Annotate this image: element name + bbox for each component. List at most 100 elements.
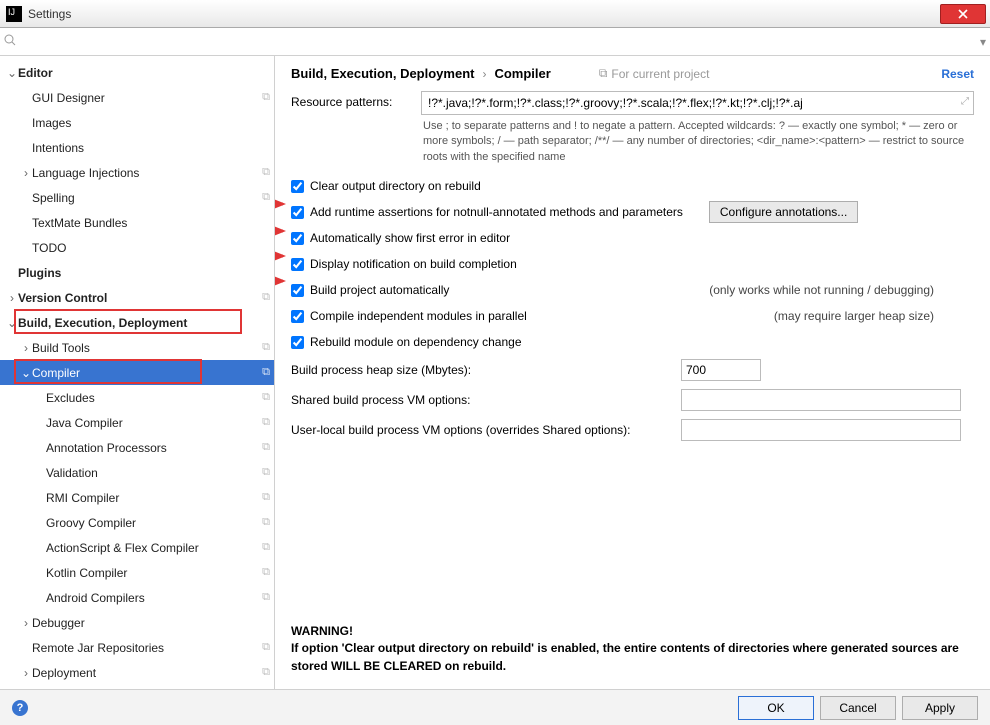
tree-item-label: Build, Execution, Deployment bbox=[18, 316, 270, 330]
checkbox-6[interactable] bbox=[291, 336, 304, 349]
tree-item-excludes[interactable]: Excludes⧉ bbox=[0, 385, 274, 410]
tree-item-todo[interactable]: TODO bbox=[0, 235, 274, 260]
tree-item-debugger[interactable]: ›Debugger bbox=[0, 610, 274, 635]
tree-item-textmate-bundles[interactable]: TextMate Bundles bbox=[0, 210, 274, 235]
expand-icon[interactable]: ⤢ bbox=[961, 96, 969, 107]
heap-size-label: Build process heap size (Mbytes): bbox=[291, 363, 681, 377]
tree-item-label: Intentions bbox=[32, 141, 270, 155]
check-note: (may require larger heap size) bbox=[774, 309, 974, 323]
checkbox-1[interactable] bbox=[291, 206, 304, 219]
tree-item-annotation-processors[interactable]: Annotation Processors⧉ bbox=[0, 435, 274, 460]
check-label: Rebuild module on dependency change bbox=[310, 335, 522, 349]
check-row-6: Rebuild module on dependency change bbox=[291, 329, 974, 355]
close-icon bbox=[958, 9, 968, 19]
tree-item-compiler[interactable]: ⌄Compiler⧉ bbox=[0, 360, 274, 385]
check-row-4: Build project automatically(only works w… bbox=[291, 277, 974, 303]
tree-item-label: Debugger bbox=[32, 616, 270, 630]
tree-item-groovy-compiler[interactable]: Groovy Compiler⧉ bbox=[0, 510, 274, 535]
tree-item-android-compilers[interactable]: Android Compilers ⧉ bbox=[0, 585, 274, 610]
reset-link[interactable]: Reset bbox=[941, 67, 974, 81]
tree-item-spelling[interactable]: Spelling ⧉ bbox=[0, 185, 274, 210]
project-scope-icon: ⧉ bbox=[262, 366, 270, 379]
tree-item-label: Editor bbox=[18, 66, 270, 80]
tree-item-label: TextMate Bundles bbox=[32, 216, 270, 230]
tree-item-java-compiler[interactable]: Java Compiler⧉ bbox=[0, 410, 274, 435]
apply-button[interactable]: Apply bbox=[902, 696, 978, 720]
check-note: (only works while not running / debuggin… bbox=[709, 283, 974, 297]
warning-body: If option 'Clear output directory on reb… bbox=[291, 640, 974, 675]
tree-item-label: Kotlin Compiler bbox=[46, 566, 258, 580]
search-input[interactable] bbox=[20, 32, 980, 52]
project-scope-icon: ⧉ bbox=[262, 291, 270, 304]
tree-item-label: TODO bbox=[32, 241, 270, 255]
warning-title: WARNING! bbox=[291, 623, 974, 640]
copy-icon: ⧉ bbox=[599, 66, 608, 81]
breadcrumb: Build, Execution, Deployment › Compiler … bbox=[291, 66, 974, 81]
tree-item-label: GUI Designer bbox=[32, 91, 258, 105]
shared-vm-input[interactable] bbox=[681, 389, 961, 411]
project-scope-icon: ⧉ bbox=[262, 641, 270, 654]
dialog-footer: ? OK Cancel Apply bbox=[0, 689, 990, 725]
heap-size-input[interactable] bbox=[681, 359, 761, 381]
tree-item-version-control[interactable]: ›Version Control ⧉ bbox=[0, 285, 274, 310]
ok-button[interactable]: OK bbox=[738, 696, 814, 720]
tree-item-label: Language Injections bbox=[32, 166, 258, 180]
resource-patterns-label: Resource patterns: bbox=[291, 91, 421, 109]
tree-item-label: Java Compiler bbox=[46, 416, 258, 430]
project-scope-icon: ⧉ bbox=[262, 591, 270, 604]
tree-item-label: Android Compilers bbox=[46, 591, 258, 605]
app-icon bbox=[6, 6, 22, 22]
tree-item-label: Spelling bbox=[32, 191, 258, 205]
tree-item-label: Version Control bbox=[18, 291, 258, 305]
checkbox-5[interactable] bbox=[291, 310, 304, 323]
tree-item-label: Build Tools bbox=[32, 341, 258, 355]
tree-item-label: Deployment bbox=[32, 666, 258, 680]
configure-annotations-button[interactable]: Configure annotations... bbox=[709, 201, 858, 223]
tree-item-rmi-compiler[interactable]: RMI Compiler⧉ bbox=[0, 485, 274, 510]
checkbox-4[interactable] bbox=[291, 284, 304, 297]
search-icon bbox=[4, 34, 16, 49]
project-scope-icon: ⧉ bbox=[262, 566, 270, 579]
tree-item-deployment[interactable]: ›Deployment⧉ bbox=[0, 660, 274, 685]
close-button[interactable] bbox=[940, 4, 986, 24]
tree-item-kotlin-compiler[interactable]: Kotlin Compiler ⧉ bbox=[0, 560, 274, 585]
tree-item-build-tools[interactable]: ›Build Tools ⧉ bbox=[0, 335, 274, 360]
tree-item-gui-designer[interactable]: GUI Designer⧉ bbox=[0, 85, 274, 110]
project-scope-icon: ⧉ bbox=[262, 666, 270, 679]
project-scope-icon: ⧉ bbox=[262, 391, 270, 404]
project-scope-icon: ⧉ bbox=[262, 341, 270, 354]
tree-item-actionscript-flex-compiler[interactable]: ActionScript & Flex Compiler⧉ bbox=[0, 535, 274, 560]
resource-patterns-row: Resource patterns: !?*.java;!?*.form;!?*… bbox=[291, 91, 974, 115]
cancel-button[interactable]: Cancel bbox=[820, 696, 896, 720]
check-row-1: Add runtime assertions for notnull-annot… bbox=[291, 199, 974, 225]
checkbox-0[interactable] bbox=[291, 180, 304, 193]
tree-item-language-injections[interactable]: ›Language Injections ⧉ bbox=[0, 160, 274, 185]
tree-item-remote-jar-repositories[interactable]: Remote Jar Repositories⧉ bbox=[0, 635, 274, 660]
checkbox-2[interactable] bbox=[291, 232, 304, 245]
project-scope-icon: ⧉ bbox=[262, 491, 270, 504]
project-scope-icon: ⧉ bbox=[262, 166, 270, 179]
tree-item-images[interactable]: Images bbox=[0, 110, 274, 135]
check-label: Display notification on build completion bbox=[310, 257, 517, 271]
tree-item-intentions[interactable]: Intentions bbox=[0, 135, 274, 160]
tree-item-validation[interactable]: Validation⧉ bbox=[0, 460, 274, 485]
check-label: Clear output directory on rebuild bbox=[310, 179, 481, 193]
user-vm-input[interactable] bbox=[681, 419, 961, 441]
content-panel: Build, Execution, Deployment › Compiler … bbox=[275, 56, 990, 689]
chevron-right-icon: › bbox=[20, 341, 32, 355]
check-label: Compile independent modules in parallel bbox=[310, 309, 527, 323]
chevron-right-icon: › bbox=[20, 166, 32, 180]
resource-patterns-input[interactable]: !?*.java;!?*.form;!?*.class;!?*.groovy;!… bbox=[421, 91, 974, 115]
search-dropdown-icon[interactable]: ▾ bbox=[980, 35, 986, 49]
help-icon[interactable]: ? bbox=[12, 700, 28, 716]
tree-item-editor[interactable]: ⌄Editor bbox=[0, 60, 274, 85]
shared-vm-row: Shared build process VM options: bbox=[291, 385, 974, 415]
project-scope-icon: ⧉ bbox=[262, 191, 270, 204]
chevron-right-icon: › bbox=[6, 291, 18, 305]
project-scope-icon: ⧉ bbox=[262, 466, 270, 479]
tree-item-label: Groovy Compiler bbox=[46, 516, 258, 530]
tree-item-plugins[interactable]: Plugins bbox=[0, 260, 274, 285]
tree-item-label: ActionScript & Flex Compiler bbox=[46, 541, 258, 555]
checkbox-3[interactable] bbox=[291, 258, 304, 271]
tree-item-build-execution-deployment[interactable]: ⌄Build, Execution, Deployment bbox=[0, 310, 274, 335]
